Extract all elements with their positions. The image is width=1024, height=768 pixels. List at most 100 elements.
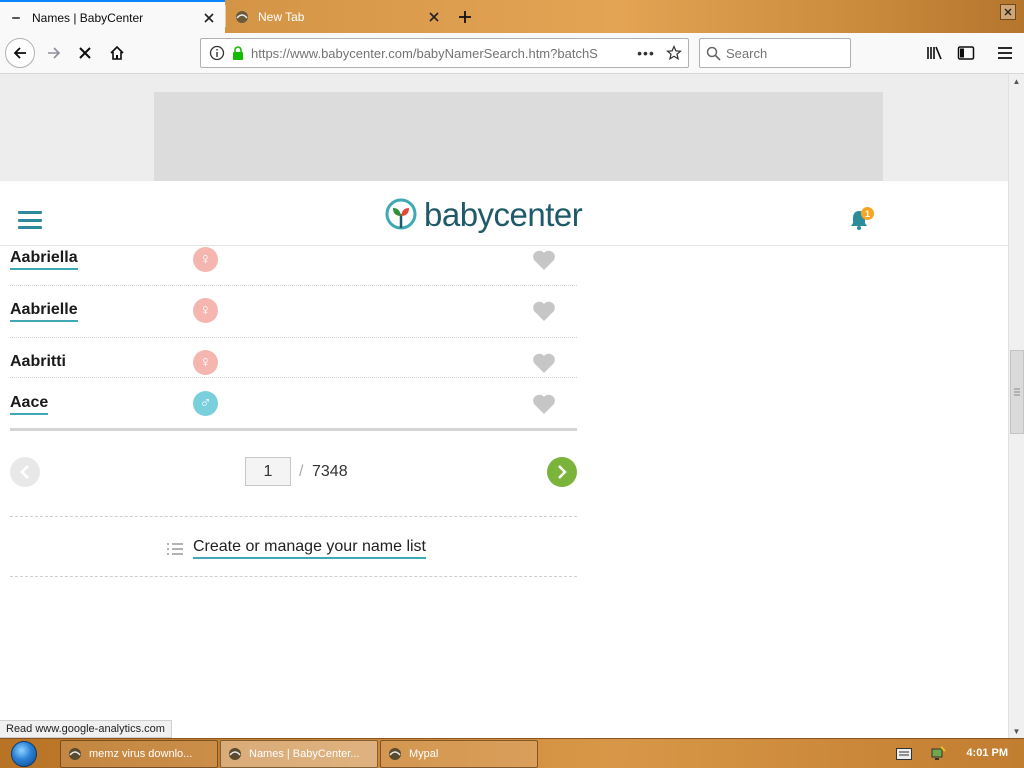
taskbar-item-babycenter[interactable]: Names | BabyCenter... <box>220 740 378 768</box>
search-icon <box>700 46 726 61</box>
library-button[interactable] <box>920 38 950 68</box>
baby-name[interactable]: Aabritti <box>10 353 66 371</box>
close-tab-icon[interactable] <box>197 6 221 30</box>
tab-title: New Tab <box>258 9 305 24</box>
taskbar-item-label: Names | BabyCenter... <box>249 748 360 760</box>
scrollbar-thumb[interactable] <box>1010 350 1024 434</box>
logo-leaf-icon <box>385 198 417 230</box>
browser-tab-bar: Names | BabyCenter New Tab <box>0 0 1024 33</box>
mypal-app-icon <box>229 748 241 760</box>
baby-name-link[interactable]: Aace <box>10 394 49 415</box>
arrow-right-icon <box>48 47 61 59</box>
url-bar[interactable]: https://www.babycenter.com/babyNamerSear… <box>200 38 689 68</box>
url-path: /babyNamerSearch.htm?batchS <box>412 45 598 61</box>
url-host: https://www.babycenter.com <box>251 45 413 61</box>
stop-icon <box>79 47 91 59</box>
page-separator: / <box>299 463 304 480</box>
taskbar-item-label: Mypal <box>409 748 439 760</box>
site-header: babycenter 1 <box>0 181 1008 246</box>
windows-logo-icon <box>11 741 37 767</box>
notifications-button[interactable]: 1 <box>849 207 875 233</box>
search-input[interactable] <box>726 45 844 61</box>
url-text[interactable]: https://www.babycenter.com/babyNamerSear… <box>247 46 632 61</box>
home-button[interactable] <box>102 38 132 68</box>
chevron-left-icon <box>20 465 29 479</box>
male-icon: ♂ <box>193 391 218 416</box>
scroll-up-icon[interactable]: ▲ <box>1009 74 1024 88</box>
chevron-right-icon <box>558 465 567 479</box>
close-tab-icon[interactable] <box>422 5 446 29</box>
forward-button[interactable] <box>39 38 69 68</box>
page-number-input[interactable] <box>245 457 291 486</box>
page-actions-icon[interactable]: ••• <box>632 45 660 61</box>
home-icon <box>110 45 124 60</box>
notification-badge: 1 <box>861 207 874 220</box>
total-pages: 7348 <box>312 463 348 480</box>
sidebar-icon <box>957 46 975 60</box>
tab-new-tab[interactable]: New Tab <box>226 0 450 33</box>
library-icon <box>927 46 942 60</box>
clock[interactable]: 4:01 PM <box>966 747 1008 759</box>
page-content: babycenter 1 Aabriella ♀ Aabrielle ♀ Aab… <box>0 74 1008 738</box>
name-results-list: Aabriella ♀ Aabrielle ♀ Aabritti ♀ Aace … <box>10 247 577 426</box>
network-icon[interactable] <box>930 746 946 762</box>
mypal-favicon-icon <box>234 9 250 25</box>
scroll-down-icon[interactable]: ▼ <box>1009 724 1024 738</box>
previous-page-button[interactable] <box>10 457 40 487</box>
stop-button[interactable] <box>70 38 100 68</box>
vertical-scrollbar[interactable]: ▲ ▼ <box>1008 74 1024 738</box>
grip-icon <box>1014 388 1020 396</box>
plus-icon <box>459 11 471 23</box>
site-menu-icon[interactable] <box>18 211 42 229</box>
taskbar-item-label: memz virus downlo... <box>89 748 193 760</box>
close-icon <box>1004 8 1012 16</box>
name-list-link-text[interactable]: Create or manage your name list <box>193 538 426 559</box>
search-bar[interactable] <box>699 38 851 68</box>
window-close-button[interactable] <box>1000 4 1016 20</box>
heart-favorite-icon[interactable] <box>532 249 556 271</box>
heart-favorite-icon[interactable] <box>532 352 556 374</box>
lock-icon[interactable] <box>229 46 247 60</box>
taskbar-item-memz[interactable]: memz virus downlo... <box>60 740 218 768</box>
pagination: / 7348 <box>10 454 577 490</box>
taskbar-item-mypal[interactable]: Mypal <box>380 740 538 768</box>
name-list-link[interactable]: Create or manage your name list <box>166 538 426 559</box>
next-page-button[interactable] <box>547 457 577 487</box>
tab-names-babycenter[interactable]: Names | BabyCenter <box>0 0 225 33</box>
section-divider <box>10 576 577 577</box>
list-item: Aabrielle ♀ <box>10 286 577 338</box>
loading-icon <box>8 10 24 26</box>
tab-title: Names | BabyCenter <box>32 10 144 25</box>
screen: Names | BabyCenter New Tab https://www.b… <box>0 0 1024 768</box>
heart-favorite-icon[interactable] <box>532 300 556 322</box>
logo-text: babycenter <box>424 196 583 233</box>
sidebar-button[interactable] <box>951 38 981 68</box>
arrow-left-icon <box>13 47 26 59</box>
heart-favorite-icon[interactable] <box>532 393 556 415</box>
ad-placeholder <box>154 92 883 181</box>
list-item: Aace ♂ <box>10 378 577 426</box>
back-button[interactable] <box>5 38 35 68</box>
female-icon: ♀ <box>193 298 218 323</box>
keyboard-icon[interactable] <box>896 748 912 760</box>
menu-button[interactable] <box>990 38 1020 68</box>
baby-name-link[interactable]: Aabrielle <box>10 301 78 322</box>
status-bar: Read www.google-analytics.com <box>0 720 172 738</box>
system-tray: 4:01 PM <box>890 739 1024 768</box>
browser-toolbar: https://www.babycenter.com/babyNamerSear… <box>0 33 1024 74</box>
start-button[interactable] <box>6 740 42 768</box>
hamburger-menu-icon <box>998 47 1012 59</box>
female-icon: ♀ <box>193 350 218 375</box>
list-icon <box>167 542 183 555</box>
baby-name-link[interactable]: Aabriella <box>10 249 78 270</box>
mypal-app-icon <box>389 748 401 760</box>
mypal-app-icon <box>69 748 81 760</box>
babycenter-logo[interactable]: babycenter <box>384 195 583 235</box>
info-icon[interactable] <box>205 45 229 61</box>
ad-area <box>0 74 1008 181</box>
female-icon: ♀ <box>193 247 218 272</box>
section-divider <box>10 516 577 517</box>
bookmark-star-icon[interactable] <box>660 45 688 61</box>
new-tab-button[interactable] <box>452 4 478 30</box>
list-divider <box>10 428 577 431</box>
